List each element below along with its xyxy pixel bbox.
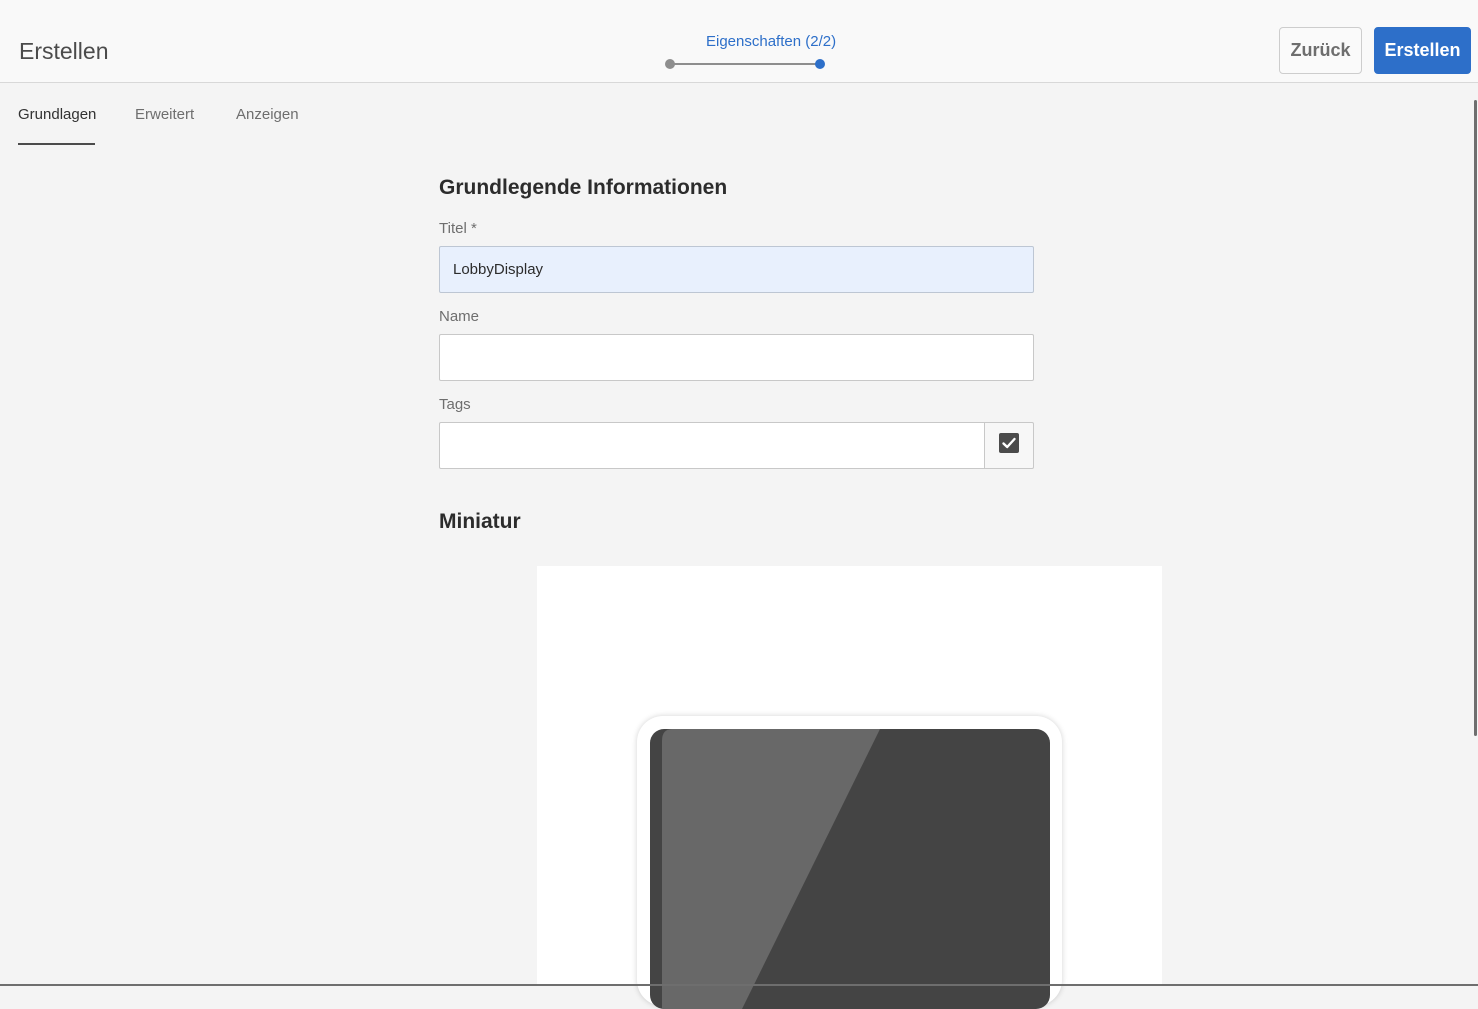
tags-input[interactable]	[439, 422, 985, 469]
tab-erweitert[interactable]: Erweitert	[135, 106, 194, 123]
thumbnail-preview	[537, 566, 1162, 1009]
title-label: Titel *	[439, 220, 477, 237]
name-input[interactable]	[439, 334, 1034, 381]
thumbnail-heading: Miniatur	[439, 510, 521, 533]
title-input[interactable]: LobbyDisplay	[439, 246, 1034, 293]
tab-bar: Grundlagen Erweitert Anzeigen	[0, 84, 600, 146]
create-button[interactable]: Erstellen	[1374, 27, 1471, 74]
basic-info-heading: Grundlegende Informationen	[439, 176, 728, 199]
step-connector	[670, 63, 820, 65]
scrollbar[interactable]	[1474, 100, 1477, 736]
top-bar: Erstellen Eigenschaften (2/2) Zurück Ers…	[0, 0, 1478, 83]
tags-picker-button[interactable]	[984, 422, 1034, 469]
step-label: Eigenschaften (2/2)	[706, 33, 837, 50]
step-2-dot	[815, 59, 825, 69]
page-title: Erstellen	[19, 38, 109, 64]
step-1-dot[interactable]	[665, 59, 675, 69]
back-button[interactable]: Zurück	[1279, 27, 1362, 74]
device-screen	[650, 729, 1050, 1009]
tab-grundlagen[interactable]: Grundlagen	[18, 106, 96, 123]
name-label: Name	[439, 308, 480, 325]
wizard-stepper: Eigenschaften (2/2)	[660, 30, 840, 75]
tablet-device-icon	[637, 716, 1062, 1009]
checkbox-checked-icon	[999, 433, 1019, 458]
active-tab-indicator	[18, 143, 95, 145]
tab-anzeigen[interactable]: Anzeigen	[236, 106, 299, 123]
tags-label: Tags	[439, 396, 471, 413]
